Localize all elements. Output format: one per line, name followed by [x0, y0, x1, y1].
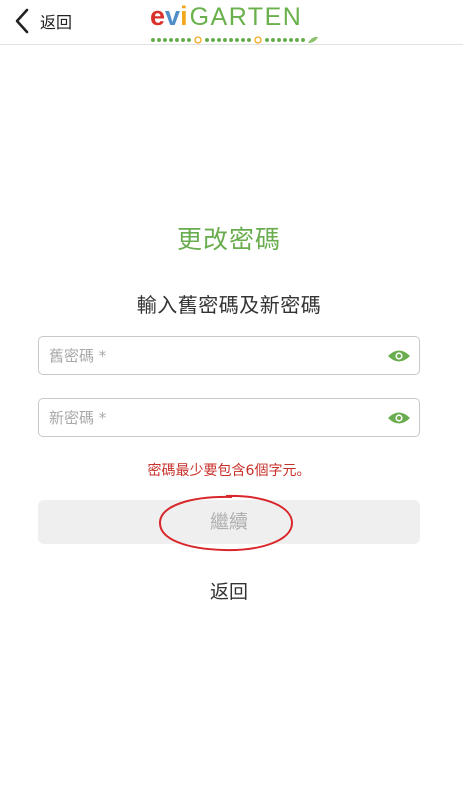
logo-wordmark: e v i GARTEN — [150, 1, 320, 31]
old-password-input[interactable] — [49, 337, 369, 374]
chevron-left-icon — [15, 8, 29, 34]
back-button-label: 返回 — [40, 13, 73, 32]
logo-letter-v: v — [165, 1, 181, 31]
logo-letter-e: e — [150, 1, 166, 31]
eye-icon[interactable] — [387, 348, 411, 364]
new-password-field — [38, 398, 420, 437]
logo-letter-i: i — [180, 1, 188, 31]
return-link[interactable]: 返回 — [0, 577, 458, 604]
page-title: 更改密碼 — [176, 225, 281, 254]
continue-button[interactable]: 繼續 — [38, 500, 420, 544]
eye-icon[interactable] — [387, 410, 411, 426]
top-nav-bar: 返回 e v i GARTEN — [0, 0, 463, 45]
new-password-input[interactable] — [49, 399, 369, 436]
logo-garten-text: GARTEN — [189, 3, 303, 31]
app-screen: 返回 e v i GARTEN 更改密碼 輸入舊密碼及新密碼 密碼最少要包含6個… — [0, 0, 463, 793]
page-subtitle: 輸入舊密碼及新密碼 — [136, 293, 322, 317]
logo-dots-decoration — [151, 36, 318, 44]
password-length-error: 密碼最少要包含6個字元。 — [147, 463, 311, 479]
evigarten-logo: e v i GARTEN — [150, 1, 320, 44]
old-password-field — [38, 336, 420, 375]
back-button[interactable]: 返回 — [14, 6, 72, 36]
